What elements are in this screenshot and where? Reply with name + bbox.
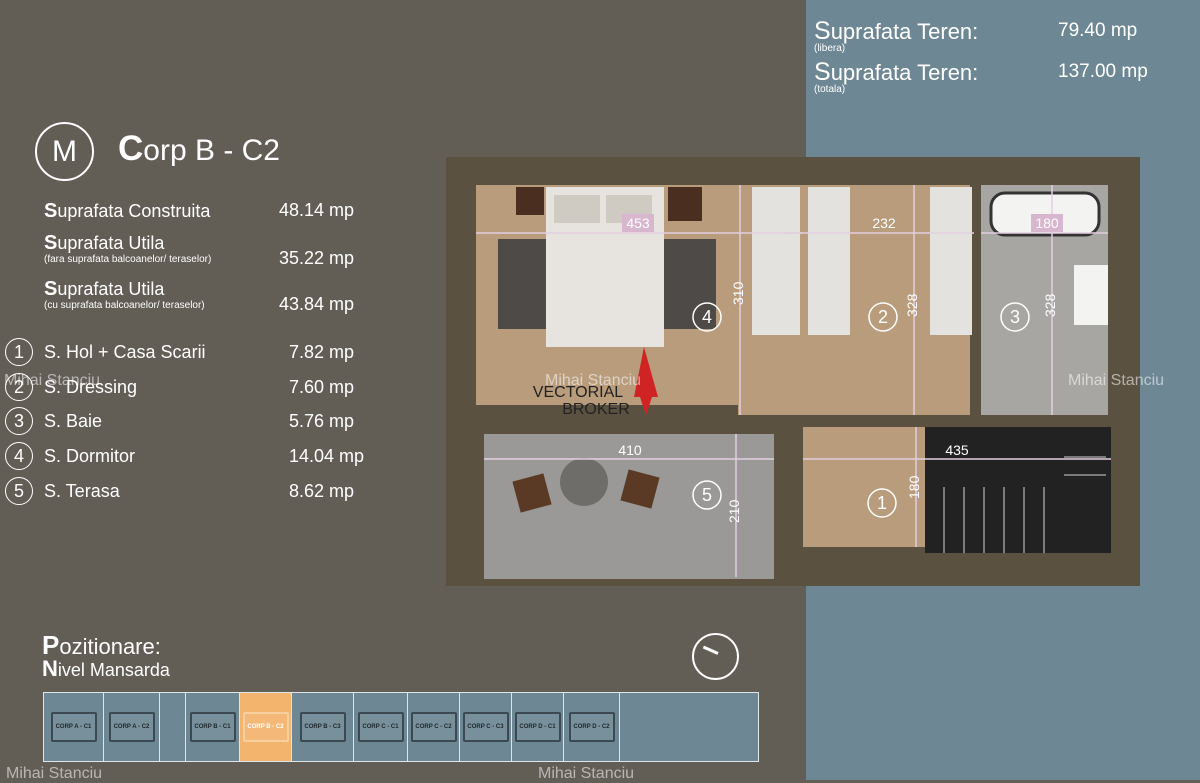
dimension-label: 210 bbox=[726, 499, 742, 523]
compass-icon bbox=[692, 633, 739, 680]
room-row: 5 S. Terasa 8.62 mp bbox=[0, 477, 380, 511]
position-cell-label: CORP A - C2 bbox=[108, 712, 155, 742]
position-cell: CORP A - C1 bbox=[44, 693, 104, 761]
building-position-map: CORP A - C1 CORP A - C2 CORP B - C1 CORP B … bbox=[43, 692, 759, 762]
position-cell-label: CORP D - C2 bbox=[568, 712, 615, 742]
position-cell: CORP C - C1 bbox=[354, 693, 408, 761]
pillow bbox=[554, 195, 600, 223]
terrace-table bbox=[560, 458, 608, 506]
position-level: Nivel Mansarda bbox=[42, 656, 170, 681]
dimension-label: 328 bbox=[904, 293, 920, 317]
room-marker-number: 2 bbox=[878, 307, 888, 327]
dimension-label: 435 bbox=[945, 442, 969, 458]
wardrobe bbox=[930, 187, 972, 335]
dimension-label: 232 bbox=[872, 215, 896, 231]
room-marker-number: 1 bbox=[877, 493, 887, 513]
nightstand bbox=[668, 187, 702, 221]
watermark: Mihai Stanciu bbox=[545, 372, 642, 389]
dimension-label: 310 bbox=[730, 281, 746, 305]
position-cell-label: CORP D - C1 bbox=[514, 712, 561, 742]
position-cell-label: CORP C - C2 bbox=[410, 712, 457, 742]
room-row: 3 S. Baie 5.76 mp bbox=[0, 407, 380, 441]
room-marker-number: 4 bbox=[702, 307, 712, 327]
position-cell: CORP C - C2 bbox=[408, 693, 460, 761]
bathroom-sink bbox=[1074, 265, 1108, 325]
brand-logo: M bbox=[35, 122, 94, 181]
dimension-label: 328 bbox=[1042, 293, 1058, 317]
position-cell bbox=[160, 693, 186, 761]
watermark: Mihai Stanciu bbox=[6, 765, 103, 782]
dimension-label: 180 bbox=[906, 475, 922, 499]
room-row: 4 S. Dormitor 14.04 mp bbox=[0, 442, 380, 476]
position-cell-label: CORP C - C1 bbox=[357, 712, 404, 742]
position-cell: CORP D - C1 bbox=[512, 693, 564, 761]
position-cell-current: CORP B - C2 bbox=[240, 693, 292, 761]
watermark: Mihai Stanciu bbox=[538, 765, 635, 782]
position-cell-label: CORP B - C2 bbox=[242, 712, 289, 742]
position-cell-label: CORP C - C3 bbox=[462, 712, 509, 742]
position-cell-label: CORP B - C1 bbox=[189, 712, 236, 742]
room-row: 1 S. Hol + Casa Scarii 7.82 mp bbox=[0, 338, 380, 372]
room-marker-number: 5 bbox=[702, 485, 712, 505]
dimension-label: 410 bbox=[618, 442, 642, 458]
nightstand bbox=[516, 187, 544, 215]
wardrobe bbox=[808, 187, 850, 335]
position-cell-label: CORP B - C3 bbox=[299, 712, 346, 742]
broker-watermark-line: BROKER bbox=[562, 401, 630, 418]
wardrobe bbox=[752, 187, 800, 335]
position-cell: CORP A - C2 bbox=[104, 693, 160, 761]
position-cell-label: CORP A - C1 bbox=[50, 712, 97, 742]
position-cell: CORP C - C3 bbox=[460, 693, 512, 761]
position-cell bbox=[620, 693, 702, 761]
dimension-label: 453 bbox=[626, 215, 650, 231]
page-title: Corp B - C2 bbox=[118, 129, 280, 168]
room-marker-number: 3 bbox=[1010, 307, 1020, 327]
watermark: Mihai Stanciu bbox=[1068, 372, 1165, 389]
position-cell: CORP B - C3 bbox=[292, 693, 354, 761]
position-cell: CORP B - C1 bbox=[186, 693, 240, 761]
watermark: Mihai Stanciu bbox=[4, 372, 101, 389]
dimension-label: 180 bbox=[1035, 215, 1059, 231]
position-cell: CORP D - C2 bbox=[564, 693, 620, 761]
